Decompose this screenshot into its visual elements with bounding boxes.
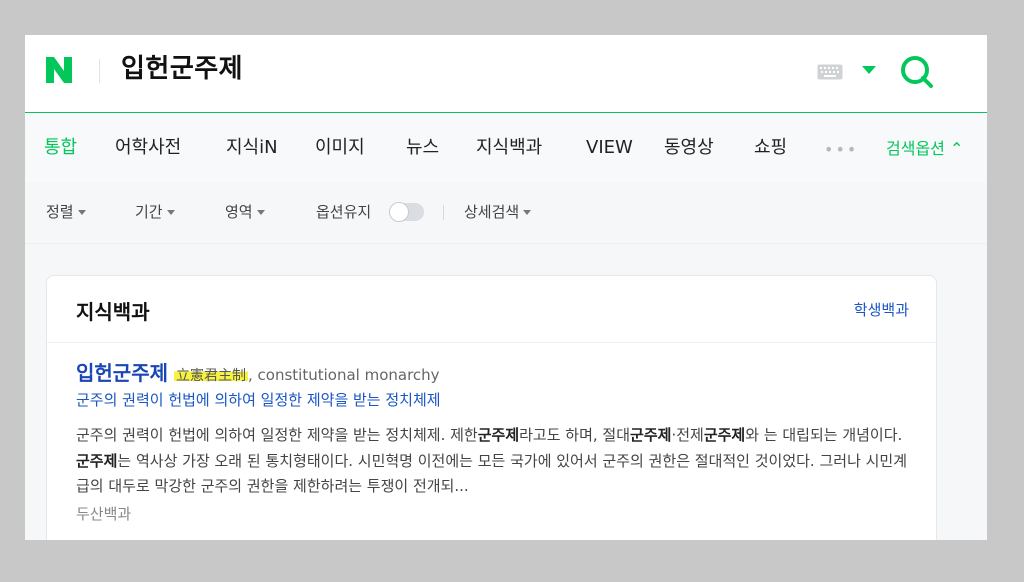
keyboard-icon[interactable] (817, 64, 843, 80)
entry-english: , constitutional monarchy (248, 366, 440, 384)
tab-bar: 통합 어학사전 지식iN 이미지 뉴스 지식백과 VIEW 동영상 쇼핑 •••… (25, 114, 987, 182)
card-title: 지식백과 (76, 300, 150, 324)
naver-logo[interactable] (43, 54, 75, 86)
tab-integrated[interactable]: 통합 (44, 136, 77, 160)
period-label: 기간 (135, 203, 163, 221)
search-options-toggle[interactable]: 검색옵션 ⌃ (886, 137, 963, 161)
entry-title-link[interactable]: 입헌군주제 (76, 361, 168, 385)
detail-search-label: 상세검색 (464, 203, 520, 221)
encyclopedia-card: 지식백과 학생백과 입헌군주제 立憲君主制, constitutional mon… (46, 275, 937, 540)
detail-search-dropdown[interactable]: 상세검색 (464, 202, 532, 222)
results-area: 지식백과 학생백과 입헌군주제 立憲君主制, constitutional mon… (25, 244, 987, 540)
search-query[interactable]: 입헌군주제 (121, 51, 243, 87)
sort-label: 정렬 (46, 203, 74, 221)
sort-dropdown[interactable]: 정렬 (46, 202, 86, 222)
keep-option-label: 옵션유지 (316, 203, 372, 221)
search-header: 입헌군주제 (25, 35, 987, 113)
caret-down-icon (256, 210, 265, 215)
tab-images[interactable]: 이미지 (315, 136, 365, 160)
caret-down-icon (77, 210, 86, 215)
browser-page: 입헌군주제 통합 어학사전 지식iN 이미지 뉴스 지식백과 VIEW 동영상 … (25, 35, 987, 540)
area-label: 영역 (225, 203, 253, 221)
caret-down-icon (523, 210, 532, 215)
tab-kin[interactable]: 지식iN (226, 136, 278, 160)
tab-view[interactable]: VIEW (586, 136, 633, 160)
toggle-knob (389, 202, 409, 222)
tab-news[interactable]: 뉴스 (406, 136, 439, 160)
tab-video[interactable]: 동영상 (664, 136, 714, 160)
caret-down-icon (166, 210, 175, 215)
tab-shopping[interactable]: 쇼핑 (754, 136, 787, 160)
period-dropdown[interactable]: 기간 (135, 202, 175, 222)
entry-description: 군주의 권력이 헌법에 의하여 일정한 제약을 받는 정치체제. 제한군주제라고… (76, 426, 908, 495)
header-divider (99, 59, 100, 83)
tab-encyclopedia[interactable]: 지식백과 (476, 136, 542, 160)
tab-dictionary[interactable]: 어학사전 (115, 136, 181, 160)
chevron-down-icon[interactable] (862, 66, 876, 74)
student-encyclopedia-link[interactable]: 학생백과 (854, 300, 909, 320)
option-divider (443, 205, 444, 220)
search-icon[interactable] (898, 53, 936, 91)
entry-hanja: 立憲君主制 (174, 368, 248, 384)
search-option-bar: 정렬 기간 영역 옵션유지 상세검색 (25, 182, 987, 244)
entry-title-row: 입헌군주제 立憲君主制, constitutional monarchy (76, 360, 440, 389)
card-divider (47, 342, 936, 343)
area-dropdown[interactable]: 영역 (225, 202, 265, 222)
entry-subtitle-link[interactable]: 군주의 권력이 헌법에 의하여 일정한 제약을 받는 정치체제 (76, 388, 441, 412)
more-tabs-button[interactable]: ••• (824, 138, 858, 162)
keep-option-toggle[interactable] (389, 202, 424, 222)
entry-source: 두산백과 (76, 505, 132, 523)
